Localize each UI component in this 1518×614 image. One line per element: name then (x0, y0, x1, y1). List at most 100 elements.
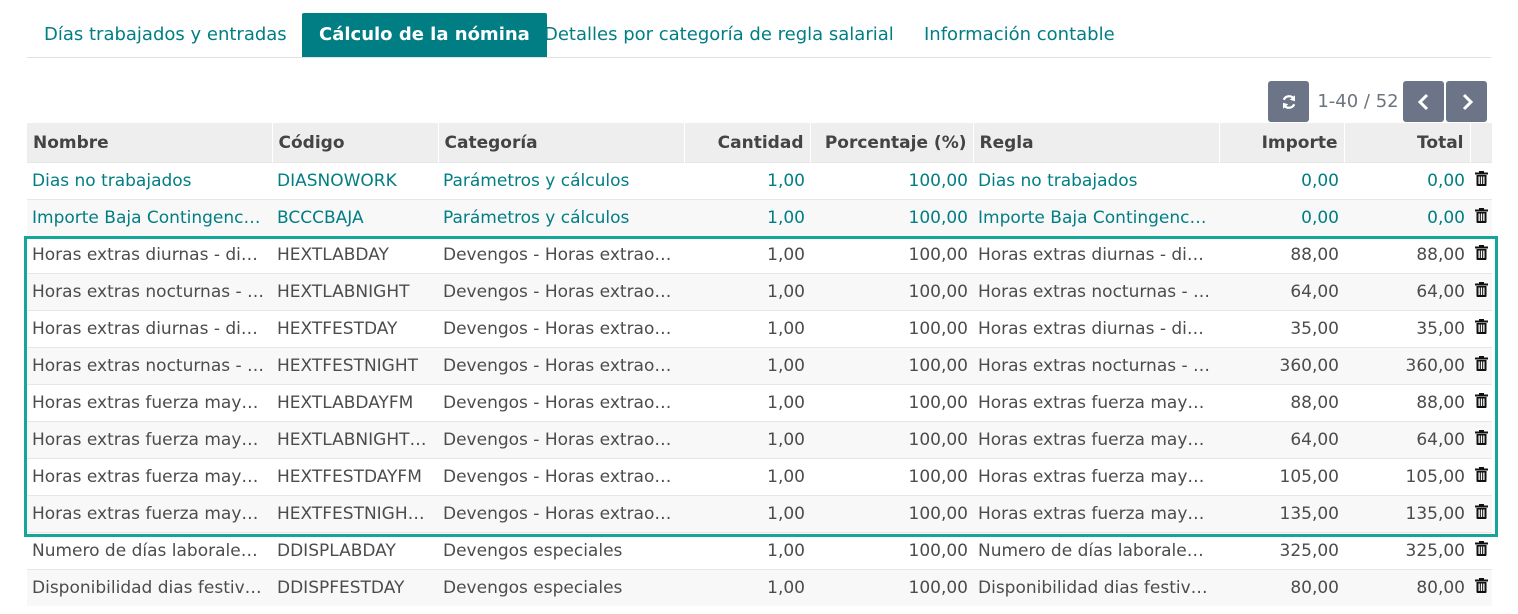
table-row[interactable]: Horas extras fuerza may… HEXTFESTDAYFM D… (27, 458, 1492, 496)
table-row[interactable]: Dias no trabajados DIASNOWORK Parámetros… (27, 162, 1492, 200)
cell-nombre[interactable]: Importe Baja Contingenc… (27, 199, 272, 237)
cell-codigo[interactable]: BCCCBAJA (272, 199, 438, 237)
delete-row-button[interactable] (1470, 273, 1492, 311)
cell-regla[interactable]: Horas extras nocturnas - … (973, 273, 1219, 311)
cell-cantidad[interactable]: 1,00 (684, 273, 810, 311)
cell-codigo[interactable]: HEXTLABNIGHTFM (272, 421, 438, 459)
cell-importe[interactable]: 0,00 (1219, 162, 1344, 200)
table-row[interactable]: Disponibilidad dias festiv… DDISPFESTDAY… (27, 569, 1492, 606)
cell-nombre[interactable]: Numero de días laborale… (27, 532, 272, 570)
cell-cantidad[interactable]: 1,00 (684, 236, 810, 274)
table-row[interactable]: Numero de días laborale… DDISPLABDAY Dev… (27, 532, 1492, 570)
cell-codigo[interactable]: HEXTLABDAYFM (272, 384, 438, 422)
tab-informacion-contable[interactable]: Información contable (924, 13, 1115, 57)
cell-porcentaje[interactable]: 100,00 (810, 569, 973, 606)
column-header-cantidad[interactable]: Cantidad (684, 123, 811, 163)
column-header-categoria[interactable]: Categoría (438, 123, 685, 163)
cell-porcentaje[interactable]: 100,00 (810, 273, 973, 311)
cell-total[interactable]: 35,00 (1344, 310, 1470, 348)
cell-categoria[interactable]: Devengos - Horas extrao… (438, 236, 684, 274)
column-header-nombre[interactable]: Nombre (27, 123, 273, 163)
cell-nombre[interactable]: Horas extras fuerza may… (27, 458, 272, 496)
delete-row-button[interactable] (1470, 347, 1492, 385)
cell-total[interactable]: 64,00 (1344, 421, 1470, 459)
cell-codigo[interactable]: DDISPFESTDAY (272, 569, 438, 606)
cell-importe[interactable]: 325,00 (1219, 532, 1344, 570)
cell-cantidad[interactable]: 1,00 (684, 495, 810, 533)
delete-row-button[interactable] (1470, 532, 1492, 570)
cell-importe[interactable]: 80,00 (1219, 569, 1344, 606)
cell-importe[interactable]: 64,00 (1219, 421, 1344, 459)
tab-calculo-nomina[interactable]: Cálculo de la nómina (302, 13, 547, 57)
cell-cantidad[interactable]: 1,00 (684, 458, 810, 496)
cell-regla[interactable]: Dias no trabajados (973, 162, 1219, 200)
delete-row-button[interactable] (1470, 384, 1492, 422)
cell-importe[interactable]: 135,00 (1219, 495, 1344, 533)
cell-porcentaje[interactable]: 100,00 (810, 310, 973, 348)
cell-categoria[interactable]: Devengos - Horas extrao… (438, 273, 684, 311)
cell-codigo[interactable]: HEXTFESTNIGHT (272, 347, 438, 385)
cell-cantidad[interactable]: 1,00 (684, 532, 810, 570)
cell-regla[interactable]: Horas extras diurnas - di… (973, 236, 1219, 274)
cell-codigo[interactable]: HEXTLABDAY (272, 236, 438, 274)
cell-regla[interactable]: Horas extras fuerza may… (973, 458, 1219, 496)
delete-row-button[interactable] (1470, 458, 1492, 496)
cell-cantidad[interactable]: 1,00 (684, 421, 810, 459)
cell-codigo[interactable]: DIASNOWORK (272, 162, 438, 200)
cell-porcentaje[interactable]: 100,00 (810, 236, 973, 274)
table-row[interactable]: Horas extras diurnas - di… HEXTLABDAY De… (27, 236, 1492, 274)
cell-codigo[interactable]: DDISPLABDAY (272, 532, 438, 570)
cell-total[interactable]: 64,00 (1344, 273, 1470, 311)
table-row[interactable]: Horas extras nocturnas - … HEXTFESTNIGHT… (27, 347, 1492, 385)
cell-importe[interactable]: 88,00 (1219, 384, 1344, 422)
pager-value[interactable]: 1-40 / 52 (1316, 81, 1400, 122)
cell-nombre[interactable]: Horas extras nocturnas - … (27, 347, 272, 385)
cell-total[interactable]: 80,00 (1344, 569, 1470, 606)
cell-regla[interactable]: Disponibilidad dias festiv… (973, 569, 1219, 606)
cell-nombre[interactable]: Horas extras fuerza may… (27, 495, 272, 533)
cell-porcentaje[interactable]: 100,00 (810, 421, 973, 459)
cell-categoria[interactable]: Devengos - Horas extrao… (438, 495, 684, 533)
cell-categoria[interactable]: Parámetros y cálculos (438, 162, 684, 200)
cell-total[interactable]: 135,00 (1344, 495, 1470, 533)
cell-nombre[interactable]: Horas extras diurnas - di… (27, 236, 272, 274)
delete-row-button[interactable] (1470, 162, 1492, 200)
cell-nombre[interactable]: Disponibilidad dias festiv… (27, 569, 272, 606)
cell-porcentaje[interactable]: 100,00 (810, 162, 973, 200)
delete-row-button[interactable] (1470, 199, 1492, 237)
cell-codigo[interactable]: HEXTLABNIGHT (272, 273, 438, 311)
cell-codigo[interactable]: HEXTFESTDAY (272, 310, 438, 348)
cell-codigo[interactable]: HEXTFESTNIGHTF… (272, 495, 438, 533)
table-row[interactable]: Horas extras fuerza may… HEXTLABDAYFM De… (27, 384, 1492, 422)
cell-categoria[interactable]: Devengos - Horas extrao… (438, 458, 684, 496)
table-row[interactable]: Horas extras nocturnas - … HEXTLABNIGHT … (27, 273, 1492, 311)
cell-regla[interactable]: Horas extras fuerza may… (973, 421, 1219, 459)
cell-porcentaje[interactable]: 100,00 (810, 199, 973, 237)
cell-nombre[interactable]: Horas extras fuerza may… (27, 384, 272, 422)
cell-categoria[interactable]: Devengos especiales (438, 569, 684, 606)
cell-regla[interactable]: Horas extras diurnas - di… (973, 310, 1219, 348)
cell-categoria[interactable]: Devengos - Horas extrao… (438, 421, 684, 459)
cell-nombre[interactable]: Horas extras diurnas - di… (27, 310, 272, 348)
table-row[interactable]: Horas extras diurnas - di… HEXTFESTDAY D… (27, 310, 1492, 348)
column-header-importe[interactable]: Importe (1219, 123, 1345, 163)
delete-row-button[interactable] (1470, 421, 1492, 459)
cell-categoria[interactable]: Devengos - Horas extrao… (438, 347, 684, 385)
cell-codigo[interactable]: HEXTFESTDAYFM (272, 458, 438, 496)
column-header-total[interactable]: Total (1344, 123, 1471, 163)
cell-cantidad[interactable]: 1,00 (684, 162, 810, 200)
cell-importe[interactable]: 64,00 (1219, 273, 1344, 311)
cell-regla[interactable]: Numero de días laborale… (973, 532, 1219, 570)
cell-categoria[interactable]: Parámetros y cálculos (438, 199, 684, 237)
cell-importe[interactable]: 35,00 (1219, 310, 1344, 348)
tab-detalles-categoria[interactable]: Detalles por categoría de regla salarial (544, 13, 894, 57)
cell-importe[interactable]: 0,00 (1219, 199, 1344, 237)
table-row[interactable]: Importe Baja Contingenc… BCCCBAJA Paráme… (27, 199, 1492, 237)
cell-cantidad[interactable]: 1,00 (684, 384, 810, 422)
cell-total[interactable]: 0,00 (1344, 199, 1470, 237)
cell-importe[interactable]: 105,00 (1219, 458, 1344, 496)
tab-dias-trabajados[interactable]: Días trabajados y entradas (44, 13, 287, 57)
cell-porcentaje[interactable]: 100,00 (810, 495, 973, 533)
cell-total[interactable]: 0,00 (1344, 162, 1470, 200)
table-row[interactable]: Horas extras fuerza may… HEXTLABNIGHTFM … (27, 421, 1492, 459)
